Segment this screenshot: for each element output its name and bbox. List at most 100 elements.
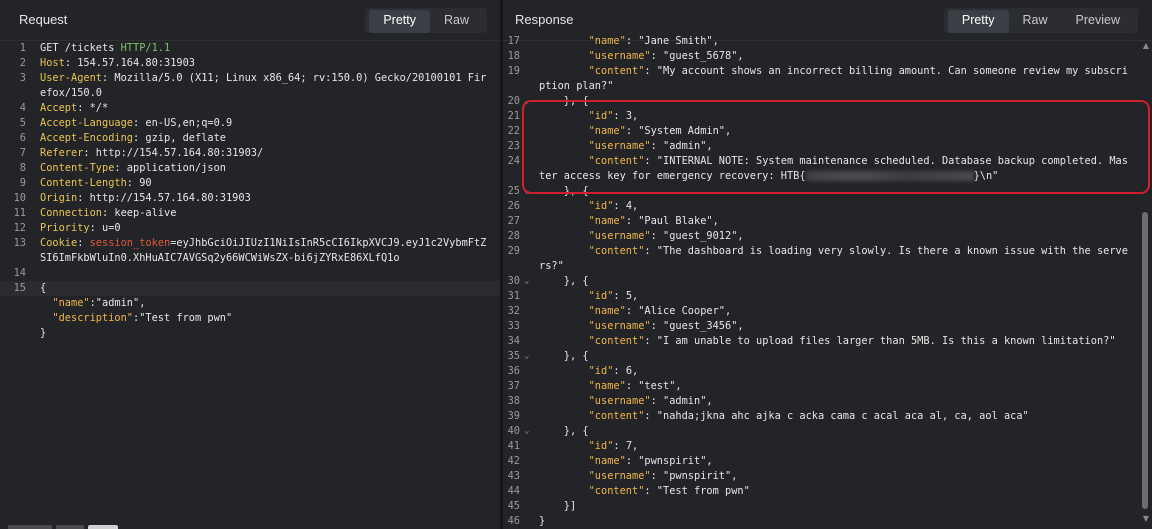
code-token: : "nahda;jkna ahc ajka c acka cama c aca… bbox=[644, 410, 1029, 422]
code-line[interactable]: 12 Priority: u=0 bbox=[0, 221, 500, 236]
code-line[interactable]: 6 Accept-Encoding: gzip, deflate bbox=[0, 131, 500, 146]
code-token: "username" bbox=[588, 470, 651, 482]
highlight-box bbox=[522, 100, 1150, 194]
line-number: 4 bbox=[19, 102, 26, 114]
chevron-down-icon[interactable]: ⌄ bbox=[524, 274, 529, 289]
code-text: "content": "My account shows an incorrec… bbox=[539, 64, 1128, 79]
tab-preview[interactable]: Preview bbox=[1062, 10, 1134, 33]
request-editor[interactable]: 1 GET /tickets HTTP/1.1 2 Host: 154.57.164.… bbox=[0, 41, 500, 529]
code-line[interactable]: "name":"admin", bbox=[0, 296, 500, 311]
code-token: Accept-Language bbox=[40, 117, 133, 129]
code-text: "id": 5, bbox=[539, 289, 639, 304]
code-line[interactable]: 36 "id": 6, bbox=[503, 364, 1152, 379]
code-line[interactable]: 14 bbox=[0, 266, 500, 281]
code-line[interactable]: 4 Accept: */* bbox=[0, 101, 500, 116]
code-line[interactable]: 31 "id": 5, bbox=[503, 289, 1152, 304]
tab-pretty[interactable]: Pretty bbox=[947, 10, 1009, 33]
code-line[interactable]: 43 "username": "pwnspirit", bbox=[503, 469, 1152, 484]
code-token: "content" bbox=[588, 335, 645, 347]
bottom-tab[interactable] bbox=[8, 525, 52, 529]
code-line[interactable]: 7 Referer: http://154.57.164.80:31903/ bbox=[0, 146, 500, 161]
response-panel: Response Pretty Raw Preview 17 "name": "… bbox=[503, 0, 1152, 529]
code-token: Accept-Encoding bbox=[40, 132, 133, 144]
code-token: : "guest_5678", bbox=[650, 50, 744, 62]
code-token: : "guest_3456", bbox=[650, 320, 744, 332]
line-number: 36 bbox=[507, 365, 520, 377]
code-line[interactable]: 11 Connection: keep-alive bbox=[0, 206, 500, 221]
code-token: : "My account shows an incorrect billing… bbox=[644, 65, 1128, 77]
code-line[interactable]: 18 "username": "guest_5678", bbox=[503, 49, 1152, 64]
code-line[interactable]: 32 "name": "Alice Cooper", bbox=[503, 304, 1152, 319]
code-line[interactable]: efox/150.0 bbox=[0, 86, 500, 101]
code-line[interactable]: 44 "content": "Test from pwn" bbox=[503, 484, 1152, 499]
line-number: 19 bbox=[507, 65, 520, 77]
chevron-down-icon[interactable]: ⌄ bbox=[524, 349, 529, 364]
tab-raw[interactable]: Raw bbox=[1009, 10, 1062, 33]
code-token: "name" bbox=[588, 215, 626, 227]
code-token: Priority bbox=[40, 222, 90, 234]
code-line[interactable]: 2 Host: 154.57.164.80:31903 bbox=[0, 56, 500, 71]
code-token: "name" bbox=[588, 35, 626, 47]
code-token: : en-US,en;q=0.9 bbox=[133, 117, 233, 129]
code-line[interactable]: 17 "name": "Jane Smith", bbox=[503, 34, 1152, 49]
tab-pretty[interactable]: Pretty bbox=[369, 10, 430, 33]
response-scrollbar[interactable] bbox=[1142, 212, 1148, 509]
code-line[interactable]: 10 Origin: http://154.57.164.80:31903 bbox=[0, 191, 500, 206]
code-token: Content-Length bbox=[40, 177, 127, 189]
line-number: 5 bbox=[19, 117, 26, 129]
code-line[interactable]: 39 "content": "nahda;jkna ahc ajka c ack… bbox=[503, 409, 1152, 424]
code-token: : application/json bbox=[114, 162, 226, 174]
code-line[interactable]: SI6ImFkbWluIn0.XhHuAIC7AVGSq2y66WCWiWsZX… bbox=[0, 251, 500, 266]
code-line[interactable]: 38 "username": "admin", bbox=[503, 394, 1152, 409]
bottom-tab[interactable] bbox=[56, 525, 84, 529]
code-line[interactable]: 19 "content": "My account shows an incor… bbox=[503, 64, 1152, 79]
code-token: : http://154.57.164.80:31903/ bbox=[83, 147, 264, 159]
code-line[interactable]: 13 Cookie: session_token=eyJhbGciOiJIUzI1… bbox=[0, 236, 500, 251]
line-number: 35 bbox=[507, 350, 520, 362]
bottom-tab[interactable] bbox=[88, 525, 118, 529]
code-line[interactable]: ption plan?" bbox=[503, 79, 1152, 94]
code-line[interactable]: 1 GET /tickets HTTP/1.1 bbox=[0, 41, 500, 56]
code-line[interactable]: 30 ⌄ }, { bbox=[503, 274, 1152, 289]
code-line[interactable]: 9 Content-Length: 90 bbox=[0, 176, 500, 191]
code-line[interactable]: 42 "name": "pwnspirit", bbox=[503, 454, 1152, 469]
code-line[interactable]: rs?" bbox=[503, 259, 1152, 274]
code-token: "content" bbox=[588, 485, 645, 497]
code-line[interactable]: 5 Accept-Language: en-US,en;q=0.9 bbox=[0, 116, 500, 131]
arrow-up-icon[interactable]: ▲ bbox=[1143, 41, 1149, 50]
code-text: "id": 7, bbox=[539, 439, 639, 454]
code-line[interactable]: 3 User-Agent: Mozilla/5.0 (X11; Linux x86… bbox=[0, 71, 500, 86]
code-line[interactable]: 46} bbox=[503, 514, 1152, 529]
request-panel: Request Pretty Raw 1 GET /tickets HTTP/1.… bbox=[0, 0, 500, 529]
code-line[interactable]: 15 { bbox=[0, 281, 500, 296]
code-line[interactable]: "description":"Test from pwn" bbox=[0, 311, 500, 326]
code-line[interactable]: 35 ⌄ }, { bbox=[503, 349, 1152, 364]
code-line[interactable]: 28 "username": "guest_9012", bbox=[503, 229, 1152, 244]
code-line[interactable]: 29 "content": "The dashboard is loading … bbox=[503, 244, 1152, 259]
code-token: : 154.57.164.80:31903 bbox=[64, 57, 195, 69]
code-token: :"Test from pwn" bbox=[133, 312, 233, 324]
code-line[interactable]: 26 "id": 4, bbox=[503, 199, 1152, 214]
code-line[interactable]: 40 ⌄ }, { bbox=[503, 424, 1152, 439]
code-line[interactable]: 34 "content": "I am unable to upload fil… bbox=[503, 334, 1152, 349]
code-token: "content" bbox=[588, 245, 645, 257]
code-line[interactable]: 8 Content-Type: application/json bbox=[0, 161, 500, 176]
code-line[interactable]: 37 "name": "test", bbox=[503, 379, 1152, 394]
code-line[interactable]: 45 }] bbox=[503, 499, 1152, 514]
code-line[interactable]: } bbox=[0, 326, 500, 341]
code-token: "name" bbox=[52, 297, 90, 309]
chevron-down-icon[interactable]: ⌄ bbox=[524, 424, 529, 439]
code-line[interactable]: 33 "username": "guest_3456", bbox=[503, 319, 1152, 334]
code-token: : 4, bbox=[613, 200, 639, 212]
arrow-down-icon[interactable]: ▼ bbox=[1143, 514, 1149, 523]
code-line[interactable]: 41 "id": 7, bbox=[503, 439, 1152, 454]
code-line[interactable]: 27 "name": "Paul Blake", bbox=[503, 214, 1152, 229]
tab-raw[interactable]: Raw bbox=[430, 10, 483, 33]
